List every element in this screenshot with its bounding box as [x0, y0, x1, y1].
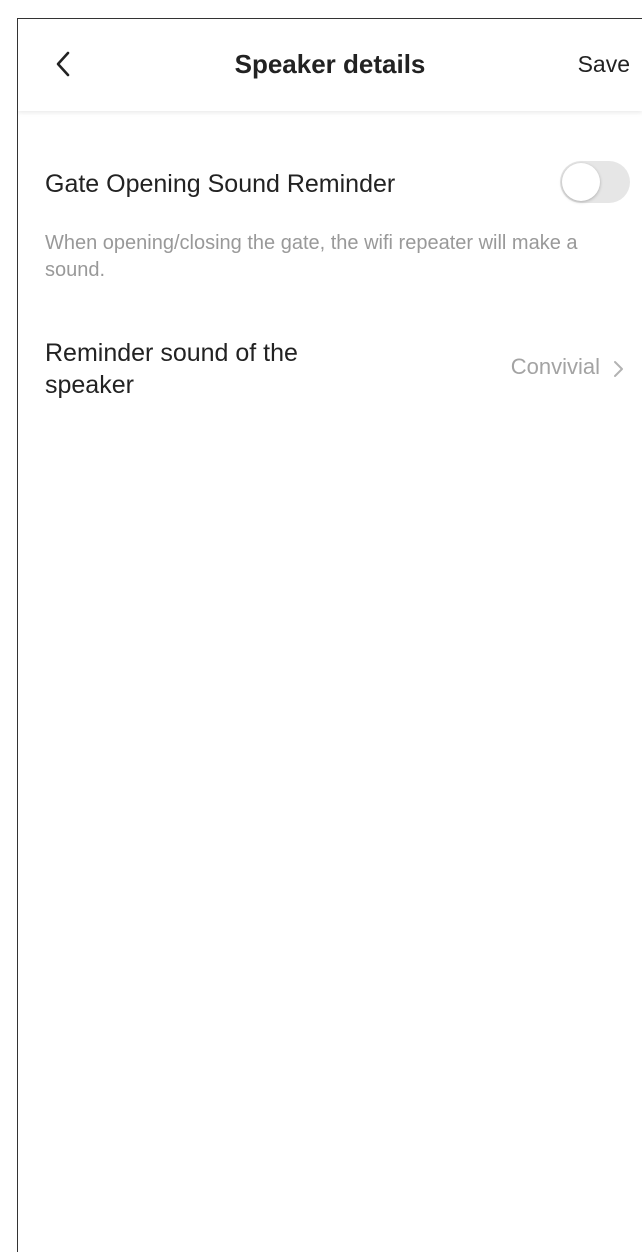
- reminder-sound-row[interactable]: Reminder sound of the speaker Convivial: [45, 337, 642, 407]
- gate-sound-toggle[interactable]: [560, 161, 630, 203]
- app-header: Speaker details Save: [18, 19, 642, 111]
- gate-sound-row: Gate Opening Sound Reminder: [45, 161, 642, 207]
- reminder-sound-value: Convivial: [510, 354, 600, 379]
- save-button[interactable]: Save: [578, 51, 630, 78]
- speaker-details-screen: Speaker details Save Gate Opening Sound …: [17, 18, 642, 1252]
- reminder-sound-label: Reminder sound of the speaker: [45, 339, 298, 399]
- chevron-right-icon: [612, 358, 626, 380]
- page-title: Speaker details: [234, 49, 426, 79]
- toggle-knob: [562, 163, 600, 201]
- gate-sound-label: Gate Opening Sound Reminder: [45, 170, 396, 198]
- gate-sound-hint: When opening/closing the gate, the wifi …: [45, 232, 578, 281]
